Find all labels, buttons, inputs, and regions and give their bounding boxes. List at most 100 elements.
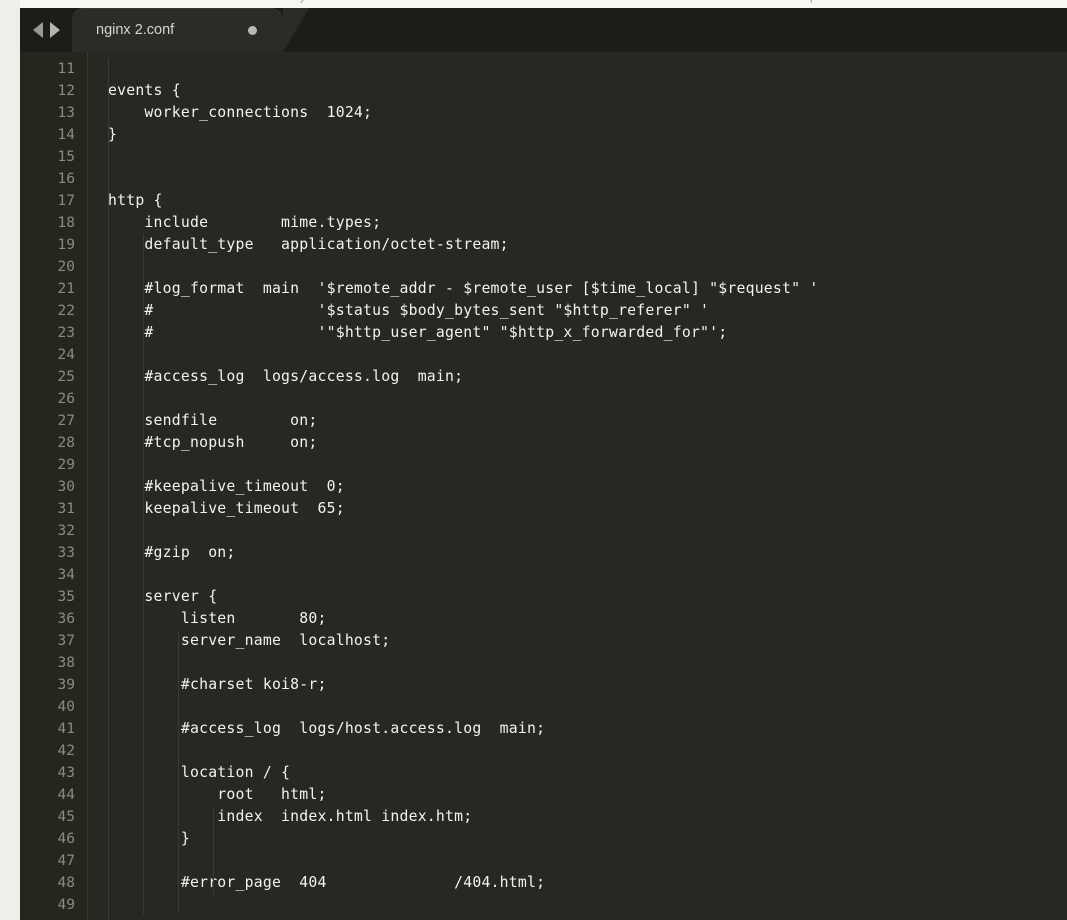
code-text-viewport[interactable]: events { worker_connections 1024;} http {…	[88, 52, 1067, 920]
line-number: 35	[57, 589, 75, 605]
line-number: 17	[57, 193, 75, 209]
line-number: 25	[57, 369, 75, 385]
line-number: 49	[57, 897, 75, 913]
code-line[interactable]: root html;	[88, 784, 1067, 806]
vertical-scrollbar[interactable]	[1057, 52, 1067, 920]
line-number: 18	[57, 215, 75, 231]
background-window-menu-row: aaaaa maa y ma aaa p	[0, 0, 1067, 7]
code-line[interactable]: sendfile on;	[88, 410, 1067, 432]
code-line[interactable]: #log_format main '$remote_addr - $remote…	[88, 278, 1067, 300]
line-number: 26	[57, 391, 75, 407]
line-number: 43	[57, 765, 75, 781]
tab-unsaved-dot-icon[interactable]	[248, 25, 258, 35]
code-line[interactable]: server_name localhost;	[88, 630, 1067, 652]
code-line[interactable]: #access_log logs/access.log main;	[88, 366, 1067, 388]
line-number: 28	[57, 435, 75, 451]
line-number: 32	[57, 523, 75, 539]
code-line[interactable]	[88, 388, 1067, 410]
code-line[interactable]	[88, 696, 1067, 718]
code-line[interactable]: default_type application/octet-stream;	[88, 234, 1067, 256]
tab-bar-empty-space[interactable]	[309, 8, 1067, 52]
code-line[interactable]: # '$status $body_bytes_sent "$http_refer…	[88, 300, 1067, 322]
code-line[interactable]	[88, 168, 1067, 190]
line-number: 48	[57, 875, 75, 891]
code-line[interactable]	[88, 652, 1067, 674]
line-number: 29	[57, 457, 75, 473]
line-number: 38	[57, 655, 75, 671]
code-line[interactable]	[88, 564, 1067, 586]
code-line[interactable]: index index.html index.htm;	[88, 806, 1067, 828]
code-line[interactable]: server {	[88, 586, 1067, 608]
code-line[interactable]	[88, 740, 1067, 762]
code-line[interactable]	[88, 256, 1067, 278]
line-number: 34	[57, 567, 75, 583]
line-number-gutter: 11 12 13 14 15 16 17 18 19 20 21 22 23 24 25 26 27 28 29 30…	[20, 52, 88, 920]
code-editor-window: nginx 2.conf 11 12 13 14 15 16 17 18 19 20 21 22 23 2…	[20, 8, 1067, 920]
code-line[interactable]: #error_page 404 /404.html;	[88, 872, 1067, 894]
line-number: 20	[57, 259, 75, 275]
line-number: 33	[57, 545, 75, 561]
line-number: 37	[57, 633, 75, 649]
code-line[interactable]: }	[88, 124, 1067, 146]
line-number: 16	[57, 171, 75, 187]
code-line[interactable]: events {	[88, 80, 1067, 102]
desktop-left-strip	[0, 0, 20, 920]
desktop-background: aaaaa maa y ma aaa p nginx 2.conf	[0, 0, 1067, 920]
code-line[interactable]: #charset koi8-r;	[88, 674, 1067, 696]
line-number: 47	[57, 853, 75, 869]
code-line[interactable]: include mime.types;	[88, 212, 1067, 234]
line-number: 13	[57, 105, 75, 121]
tab-nginx-2-conf[interactable]: nginx 2.conf	[72, 8, 284, 52]
code-line[interactable]	[88, 146, 1067, 168]
line-number: 44	[57, 787, 75, 803]
line-number: 36	[57, 611, 75, 627]
code-line[interactable]	[88, 344, 1067, 366]
line-number: 30	[57, 479, 75, 495]
code-line[interactable]: worker_connections 1024;	[88, 102, 1067, 124]
line-number: 42	[57, 743, 75, 759]
code-line[interactable]: keepalive_timeout 65;	[88, 498, 1067, 520]
tab-label: nginx 2.conf	[96, 22, 175, 38]
tab-shoulder	[283, 8, 310, 52]
code-line[interactable]	[88, 454, 1067, 476]
tab-navigation-controls[interactable]	[20, 8, 72, 52]
code-line[interactable]: http {	[88, 190, 1067, 212]
code-line[interactable]: #keepalive_timeout 0;	[88, 476, 1067, 498]
code-line[interactable]: listen 80;	[88, 608, 1067, 630]
code-line[interactable]: # '"$http_user_agent" "$http_x_forwarded…	[88, 322, 1067, 344]
ghost-text-2: maa	[238, 0, 259, 3]
code-line[interactable]: #gzip on;	[88, 542, 1067, 564]
line-number: 23	[57, 325, 75, 341]
code-line[interactable]: location / {	[88, 762, 1067, 784]
code-line[interactable]	[88, 894, 1067, 916]
code-line[interactable]	[88, 850, 1067, 872]
ghost-text-4: ma	[598, 0, 613, 3]
ghost-text-3: y	[300, 0, 306, 3]
ghost-text-1: aaaaa	[62, 0, 93, 3]
code-line[interactable]: #access_log logs/host.access.log main;	[88, 718, 1067, 740]
line-number: 22	[57, 303, 75, 319]
background-window-sliver: aaaaa maa y ma aaa p	[0, 0, 1067, 8]
ghost-text-6: p	[810, 0, 816, 3]
code-line[interactable]	[88, 520, 1067, 542]
code-line[interactable]	[88, 58, 1067, 80]
line-number: 19	[57, 237, 75, 253]
ghost-text-5: aaa	[742, 0, 760, 3]
line-number: 39	[57, 677, 75, 693]
line-number: 11	[57, 61, 75, 77]
line-number: 46	[57, 831, 75, 847]
line-number: 45	[57, 809, 75, 825]
code-line[interactable]: }	[88, 828, 1067, 850]
line-number: 27	[57, 413, 75, 429]
line-number: 15	[57, 149, 75, 165]
code-editing-area[interactable]: 11 12 13 14 15 16 17 18 19 20 21 22 23 24 25 26 27 28 29 30…	[20, 52, 1067, 920]
arrow-left-icon[interactable]	[32, 22, 43, 38]
arrow-right-icon[interactable]	[49, 22, 60, 38]
line-number: 40	[57, 699, 75, 715]
line-number: 14	[57, 127, 75, 143]
line-number: 41	[57, 721, 75, 737]
line-number: 21	[57, 281, 75, 297]
code-line[interactable]: #tcp_nopush on;	[88, 432, 1067, 454]
line-number: 31	[57, 501, 75, 517]
line-number: 24	[57, 347, 75, 363]
